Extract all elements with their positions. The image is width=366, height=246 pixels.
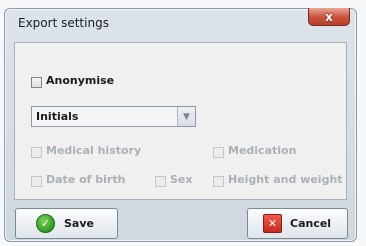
anonymise-checkbox[interactable] xyxy=(31,77,42,88)
cancel-button[interactable]: ✕ Cancel xyxy=(247,208,348,239)
close-button[interactable]: x xyxy=(308,8,350,26)
chevron-down-icon[interactable]: ▼ xyxy=(177,107,195,126)
export-settings-dialog: Export settings x Anonymise Initials ▼ M… xyxy=(4,8,357,242)
height-and-weight-checkbox[interactable] xyxy=(213,176,224,187)
checkmark-icon: ✓ xyxy=(36,214,55,233)
date-of-birth-checkbox[interactable] xyxy=(31,176,42,187)
sex-label: Sex xyxy=(170,173,193,186)
dialog-title: Export settings xyxy=(18,16,109,30)
sex-checkbox[interactable] xyxy=(155,176,166,187)
name-format-select[interactable]: Initials ▼ xyxy=(31,106,196,127)
title-bar[interactable]: Export settings x xyxy=(5,8,356,39)
anonymise-label: Anonymise xyxy=(46,74,115,87)
cancel-button-label: Cancel xyxy=(290,217,332,230)
save-button-label: Save xyxy=(64,217,94,230)
medical-history-label: Medical history xyxy=(46,144,142,157)
height-and-weight-label: Height and weight xyxy=(228,173,343,186)
save-button[interactable]: ✓ Save xyxy=(15,208,118,239)
close-icon: x xyxy=(325,9,333,24)
date-of-birth-label: Date of birth xyxy=(46,173,126,186)
settings-panel: Anonymise Initials ▼ Medical history Med… xyxy=(14,42,347,200)
medication-label: Medication xyxy=(228,144,297,157)
medication-checkbox[interactable] xyxy=(213,147,224,158)
cancel-icon: ✕ xyxy=(263,214,282,233)
medical-history-checkbox[interactable] xyxy=(31,147,42,158)
name-format-value: Initials xyxy=(36,110,79,123)
